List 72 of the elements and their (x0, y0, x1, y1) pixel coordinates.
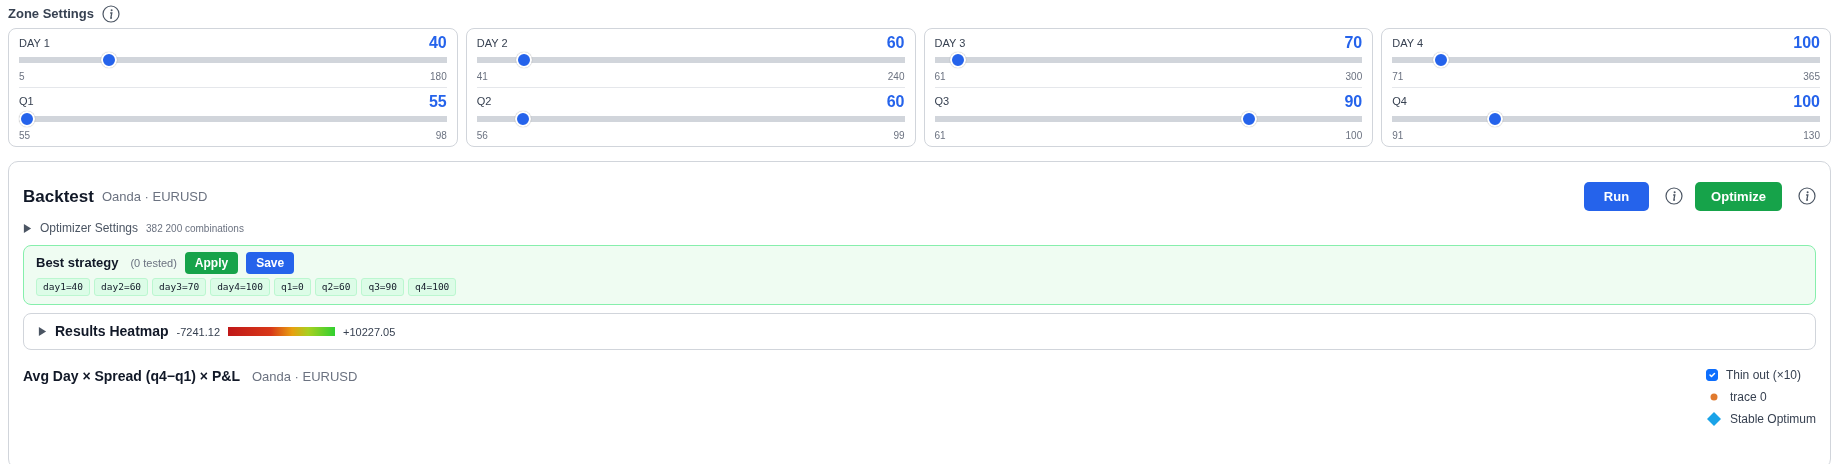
slider-value: 60 (886, 35, 905, 51)
parameter-chip: q4=100 (408, 278, 457, 297)
slider-label: Q3 (934, 94, 950, 109)
slider-label: DAY 1 (19, 35, 50, 51)
slider-thumb[interactable] (1486, 110, 1503, 127)
checkbox[interactable] (1705, 369, 1718, 382)
slider-value: 60 (886, 93, 905, 110)
parameter-chip: q3=90 (361, 278, 404, 297)
slider-min: 61 (934, 128, 946, 143)
backtest-title: Backtest (23, 185, 94, 208)
slider-thumb[interactable] (515, 110, 532, 127)
section-title: Zone Settings (8, 5, 94, 23)
parameter-chip: q2=60 (314, 278, 358, 297)
best-strategy-title: Best strategy (36, 254, 119, 273)
optimizer-settings-toggle[interactable]: Optimizer Settings (40, 219, 139, 237)
slider-max: 300 (1345, 70, 1363, 84)
plot-title: Avg Day × Spread (q4−q1) × P&L (23, 367, 240, 387)
legend-label[interactable]: trace 0 (1729, 388, 1767, 407)
parameter-chip: q1=0 (273, 278, 311, 297)
slider-label: Q4 (1392, 94, 1407, 109)
expand-triangle-icon[interactable] (38, 327, 47, 337)
run-button[interactable]: Run (1583, 181, 1650, 211)
slider-max: 98 (435, 128, 447, 143)
slider-value: 100 (1793, 93, 1820, 110)
expand-triangle-icon[interactable] (23, 223, 32, 233)
plot-subtitle: Oanda · EURUSD (251, 368, 358, 386)
slider-max: 100 (1345, 128, 1363, 143)
slider-value: 70 (1344, 35, 1363, 51)
slider-value: 55 (428, 93, 447, 110)
slider-max: 180 (430, 70, 447, 84)
slider-min: 71 (1392, 70, 1404, 84)
slider-min: 41 (476, 70, 488, 84)
slider-label: DAY 4 (1392, 35, 1424, 51)
slider-thumb[interactable] (101, 52, 118, 68)
slider-max: 365 (1803, 70, 1820, 84)
info-icon[interactable] (1798, 187, 1816, 206)
scale-min: -7241.12 (176, 324, 221, 340)
parameter-chip: day1=40 (36, 278, 91, 297)
info-icon[interactable] (1665, 187, 1684, 206)
parameter-chip: day4=100 (210, 278, 270, 297)
scale-max: +10227.05 (343, 324, 396, 340)
info-icon[interactable] (101, 4, 120, 23)
combination-count: 382 200 combinations (146, 221, 244, 236)
slider-thumb[interactable] (1240, 110, 1257, 127)
slider-thumb[interactable] (515, 52, 532, 68)
slider-max: 240 (887, 70, 905, 84)
backtest-subtitle: Oanda · EURUSD (101, 187, 208, 206)
diamond-icon (1705, 411, 1722, 428)
slider-min: 91 (1392, 128, 1404, 143)
slider-min: 55 (19, 128, 31, 143)
slider-value: 90 (1344, 93, 1363, 110)
slider-max: 99 (893, 128, 905, 143)
slider-value: 40 (428, 35, 447, 51)
save-button[interactable]: Save (246, 252, 295, 274)
slider-thumb[interactable] (1433, 52, 1449, 68)
slider-min: 5 (19, 70, 25, 84)
slider-min: 61 (934, 70, 946, 84)
tested-count: (0 tested) (130, 255, 177, 271)
parameter-chip: day3=70 (152, 278, 207, 297)
parameter-chip: day2=60 (94, 278, 149, 297)
slider-label: DAY 2 (476, 35, 508, 51)
slider-max: 130 (1803, 128, 1820, 143)
slider-thumb[interactable] (19, 110, 35, 127)
legend-label[interactable]: Stable Optimum (1729, 410, 1816, 429)
slider-thumb[interactable] (950, 52, 967, 68)
slider-label: Q2 (476, 94, 492, 109)
checkbox-label: Thin out (×10) (1725, 367, 1801, 385)
slider-label: Q1 (19, 94, 34, 109)
heatmap-title[interactable]: Results Heatmap (55, 321, 169, 343)
slider-value: 100 (1793, 35, 1820, 51)
slider-label: DAY 3 (934, 35, 966, 51)
slider-min: 56 (476, 128, 488, 143)
